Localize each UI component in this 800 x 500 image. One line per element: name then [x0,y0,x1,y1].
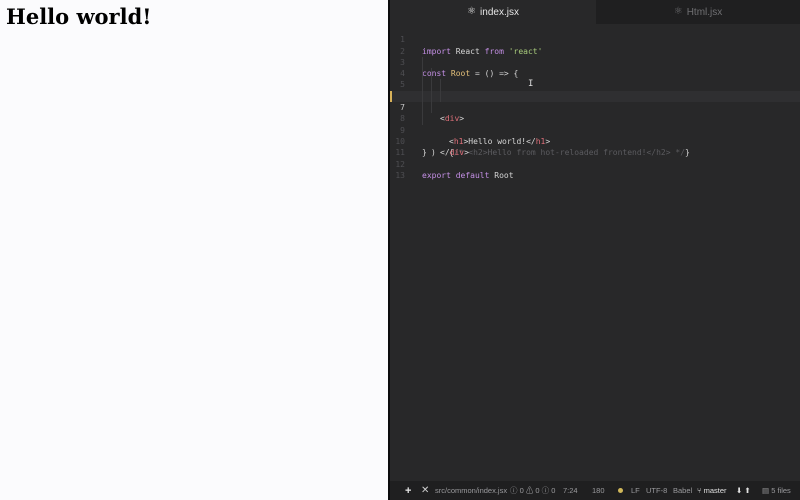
line-number: 13 [395,170,405,180]
code-line[interactable]: 5 <div> [390,68,800,123]
indent-guide [422,113,423,125]
line-ending[interactable]: LF [631,486,640,495]
code-line[interactable]: 8 </div> [390,102,800,157]
status-dot-icon [618,488,623,493]
diagnostics-count[interactable]: ⓘ 0 ⚠ 0 ⓘ 0 [510,485,555,496]
grammar[interactable]: Babel [673,486,692,495]
code-line[interactable]: 11 [390,136,800,157]
code-line[interactable]: 12 export default Root [390,147,800,180]
encoding[interactable]: UTF-8 [646,486,667,495]
indent-guide [422,56,423,69]
code-editor[interactable]: ⚛ index.jsx ⚛ Html.jsx 1 import React fr… [390,0,800,500]
git-branch[interactable]: ⑂ master [697,486,727,495]
add-icon[interactable]: + [405,485,411,497]
preview-heading: Hello world! [6,4,152,29]
browser-preview: Hello world! [0,0,388,500]
react-icon: ⚛ [467,6,477,17]
indent-guide [440,79,441,91]
tab-label: Html.jsx [686,6,723,18]
status-bar: + ✕ src/common/index.jsx ⓘ 0 ⚠ 0 ⓘ 0 7:2… [390,481,800,500]
indent-guide [422,68,423,80]
code-line[interactable]: 1 import React from 'react' [390,23,800,55]
react-icon: ⚛ [673,6,683,17]
code-line[interactable]: 3 const Root = () => { [390,46,800,78]
code-line[interactable]: 4 return ( [390,56,800,101]
tab-index-jsx[interactable]: ⚛ index.jsx [390,0,596,24]
tab-html-jsx[interactable]: ⚛ Html.jsx [596,0,800,24]
code-line-current[interactable]: 7 {/* <h2>Hello from hot-reloaded fronte… [390,90,800,157]
code-line[interactable]: 2 [390,34,800,56]
fetch-push-icon[interactable]: ⬇ ⬆ [736,486,751,495]
cursor-position[interactable]: 7:24 [563,486,578,495]
git-branch-icon: ⑂ [697,486,702,495]
indent-guide [440,90,441,103]
indent-guide [422,79,423,91]
code-line[interactable]: 13 [390,159,800,180]
code-line[interactable]: 10 } [390,125,800,157]
code-area[interactable]: 1 import React from 'react' 2 3 const Ro… [390,23,800,180]
file-path[interactable]: src/common/index.jsx [435,486,507,495]
close-icon[interactable]: ✕ [421,485,429,496]
tab-bar: ⚛ index.jsx ⚛ Html.jsx [390,0,800,24]
tab-label: index.jsx [480,6,519,18]
indent-guide [431,90,432,103]
file-icon: ▤ [762,486,770,495]
indent-guide [431,79,432,91]
indent-guide [422,102,423,114]
indent-guide [431,68,432,80]
text-cursor-icon: I [528,79,534,90]
code-line[interactable]: 9 ) [390,113,800,157]
indent-guide [422,90,423,103]
code-line[interactable]: 6 <h1>Hello world!</h1> I [390,79,800,146]
indent-guide [431,102,432,114]
changed-files[interactable]: ▤ 5 files [762,486,791,495]
selection-count[interactable]: 180 [592,486,605,495]
